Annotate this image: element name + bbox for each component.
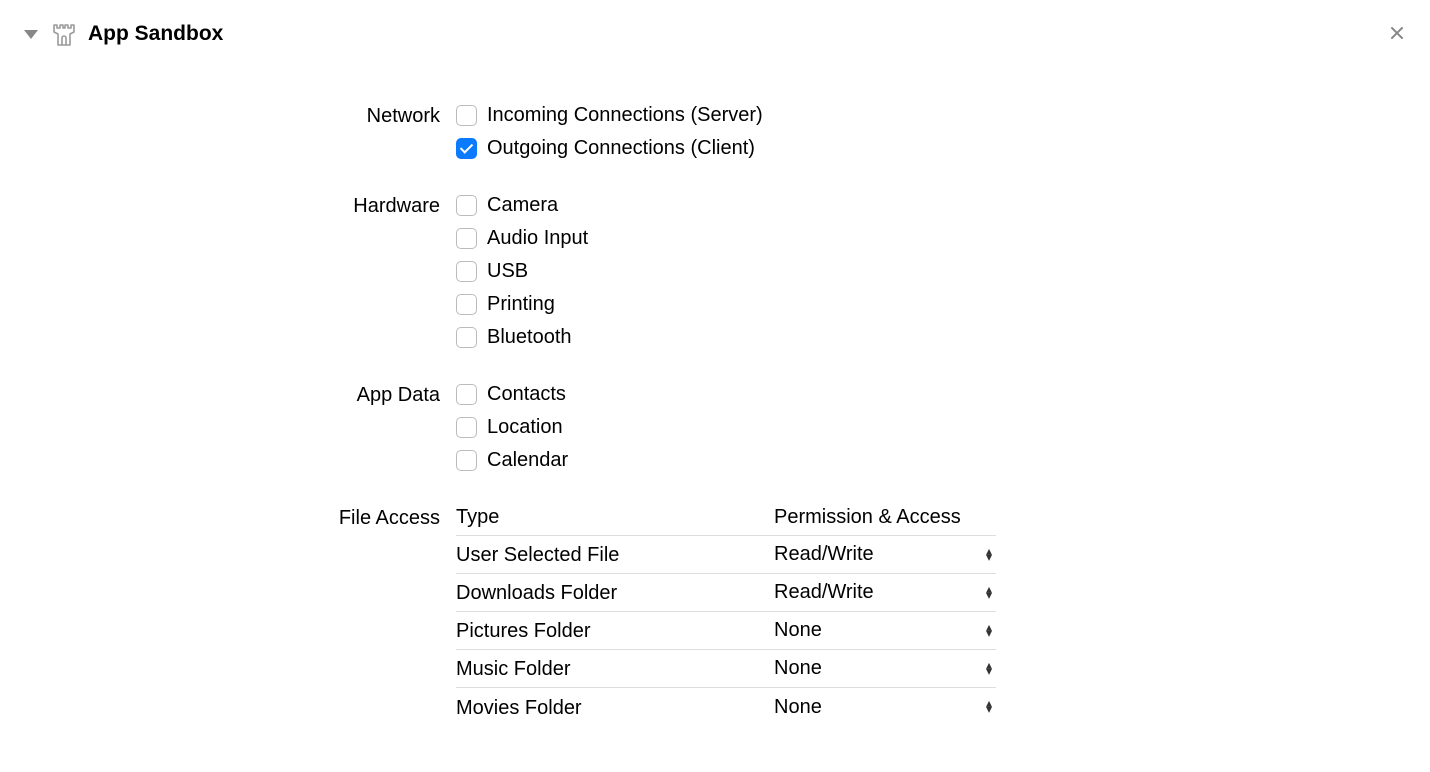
table-row: Movies Folder None	[456, 688, 996, 726]
stepper-icon	[986, 701, 992, 713]
checkbox-camera[interactable]	[456, 195, 477, 216]
permission-value: None	[774, 619, 822, 642]
table-row: Pictures Folder None	[456, 612, 996, 650]
checkbox-row-location: Location	[456, 416, 1410, 439]
checkbox-label: Printing	[487, 293, 555, 316]
checkbox-label: Outgoing Connections (Client)	[487, 137, 755, 160]
permission-value: None	[774, 696, 822, 719]
checkbox-label: Camera	[487, 194, 558, 217]
cell-type: Movies Folder	[456, 695, 774, 720]
checkbox-label: Incoming Connections (Server)	[487, 104, 763, 127]
checkbox-contacts[interactable]	[456, 384, 477, 405]
disclosure-triangle-icon[interactable]	[24, 30, 38, 39]
checkbox-incoming-connections[interactable]	[456, 105, 477, 126]
permission-select-downloads[interactable]: Read/Write	[774, 581, 996, 604]
checkbox-calendar[interactable]	[456, 450, 477, 471]
checkbox-label: Location	[487, 416, 563, 439]
checkbox-label: Bluetooth	[487, 326, 572, 349]
sandbox-castle-icon	[50, 20, 78, 48]
checkbox-row-outgoing: Outgoing Connections (Client)	[456, 137, 1410, 160]
section-fileaccess: File Access Type Permission & Access Use…	[20, 506, 1410, 726]
checkbox-row-audio: Audio Input	[456, 227, 1410, 250]
permission-select-user-selected[interactable]: Read/Write	[774, 543, 996, 566]
section-label-hardware: Hardware	[20, 194, 456, 359]
cell-type: User Selected File	[456, 542, 774, 567]
checkbox-audio-input[interactable]	[456, 228, 477, 249]
permission-value: Read/Write	[774, 581, 874, 604]
stepper-icon	[986, 663, 992, 675]
table-row: User Selected File Read/Write	[456, 536, 996, 574]
column-header-type: Type	[456, 506, 774, 529]
checkbox-row-printing: Printing	[456, 293, 1410, 316]
column-header-permission: Permission & Access	[774, 506, 996, 529]
table-row: Music Folder None	[456, 650, 996, 688]
checkbox-usb[interactable]	[456, 261, 477, 282]
section-label-fileaccess: File Access	[20, 506, 456, 726]
checkbox-location[interactable]	[456, 417, 477, 438]
cell-type: Downloads Folder	[456, 580, 774, 605]
section-appdata: App Data Contacts Location Calendar	[20, 383, 1410, 482]
checkbox-bluetooth[interactable]	[456, 327, 477, 348]
table-row: Downloads Folder Read/Write	[456, 574, 996, 612]
checkbox-row-bluetooth: Bluetooth	[456, 326, 1410, 349]
section-label-appdata: App Data	[20, 383, 456, 482]
checkbox-label: Audio Input	[487, 227, 588, 250]
checkbox-row-usb: USB	[456, 260, 1410, 283]
cell-type: Music Folder	[456, 656, 774, 681]
file-access-table: Type Permission & Access User Selected F…	[456, 506, 996, 726]
checkbox-label: Contacts	[487, 383, 566, 406]
checkbox-label: USB	[487, 260, 528, 283]
stepper-icon	[986, 625, 992, 637]
checkbox-outgoing-connections[interactable]	[456, 138, 477, 159]
checkbox-printing[interactable]	[456, 294, 477, 315]
content-area: Network Incoming Connections (Server) Ou…	[20, 104, 1410, 726]
section-header: App Sandbox	[20, 20, 1410, 48]
permission-select-pictures[interactable]: None	[774, 619, 996, 642]
section-hardware: Hardware Camera Audio Input USB Printing…	[20, 194, 1410, 359]
checkbox-label: Calendar	[487, 449, 568, 472]
checkbox-row-contacts: Contacts	[456, 383, 1410, 406]
close-button[interactable]	[1384, 23, 1410, 46]
table-header: Type Permission & Access	[456, 506, 996, 536]
permission-select-music[interactable]: None	[774, 657, 996, 680]
permission-value: None	[774, 657, 822, 680]
permission-value: Read/Write	[774, 543, 874, 566]
close-icon	[1390, 26, 1404, 40]
checkbox-row-camera: Camera	[456, 194, 1410, 217]
section-label-network: Network	[20, 104, 456, 170]
stepper-icon	[986, 549, 992, 561]
stepper-icon	[986, 587, 992, 599]
cell-type: Pictures Folder	[456, 618, 774, 643]
checkbox-row-incoming: Incoming Connections (Server)	[456, 104, 1410, 127]
section-title: App Sandbox	[88, 22, 223, 46]
section-network: Network Incoming Connections (Server) Ou…	[20, 104, 1410, 170]
permission-select-movies[interactable]: None	[774, 696, 996, 719]
checkbox-row-calendar: Calendar	[456, 449, 1410, 472]
